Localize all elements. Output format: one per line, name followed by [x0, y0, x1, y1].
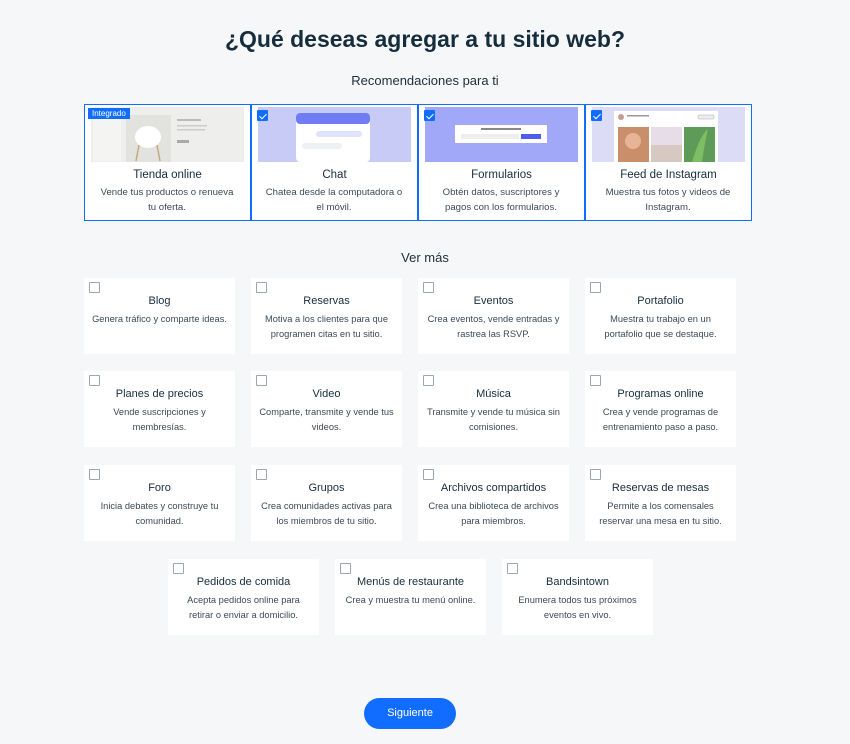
rec-description: Obtén datos, suscriptores y pagos con lo… — [442, 187, 560, 213]
page-title: ¿Qué deseas agregar a tu sitio web? — [224, 26, 626, 52]
rec-title: Tienda online — [133, 169, 202, 181]
integrated-badge: Integrado — [88, 108, 130, 119]
app-title: Música — [476, 388, 511, 400]
music-checkbox[interactable] — [423, 375, 434, 386]
app-title: Archivos compartidos — [440, 482, 547, 494]
app-card-food-orders[interactable]: Pedidos de comida Acepta pedidos online … — [168, 559, 319, 635]
app-description: Crea comunidades activas para los miembr… — [261, 501, 392, 526]
app-title: Reservas de mesas — [611, 482, 710, 494]
rec-description: Vende tus productos o renueva tu oferta. — [100, 187, 234, 213]
forms-checkbox[interactable] — [424, 110, 435, 121]
rec-card-online-store[interactable]: Integrado Tienda online Vende tus produc… — [84, 104, 251, 221]
app-description: Comparte, transmite y vende tus videos. — [259, 407, 394, 432]
online-programs-checkbox[interactable] — [590, 375, 601, 386]
app-card-pricing-plans[interactable]: Planes de precios Vende suscripciones y … — [84, 371, 235, 447]
rec-card-chat[interactable]: Chat Chatea desde la computadora o el mó… — [251, 104, 418, 221]
food-orders-checkbox[interactable] — [173, 563, 184, 574]
recommended-apps: Integrado Tienda online Vende tus produc… — [84, 104, 753, 221]
app-title: Blog — [148, 295, 171, 307]
app-card-bookings[interactable]: Reservas Motiva a los clientes para que … — [251, 278, 402, 354]
restaurant-menus-checkbox[interactable] — [340, 563, 351, 574]
groups-checkbox[interactable] — [256, 469, 267, 480]
rec-title: Feed de Instagram — [620, 169, 717, 181]
app-description: Transmite y vende tu música sin comision… — [427, 407, 560, 432]
app-description: Motiva a los clientes para que programen… — [265, 314, 388, 339]
app-description: Crea y vende programas de entrenamiento … — [602, 407, 719, 432]
recommendations-heading: Recomendaciones para ti — [351, 73, 499, 88]
see-more-heading: Ver más — [401, 250, 449, 265]
app-card-forum[interactable]: Foro Inicia debates y construye tu comun… — [84, 465, 235, 541]
app-title: Portafolio — [637, 295, 684, 307]
chat-preview-image — [258, 107, 411, 162]
app-description: Crea y muestra tu menú online. — [345, 595, 476, 605]
app-description: Acepta pedidos online para retirar o env… — [187, 595, 300, 620]
app-title: Reservas — [303, 295, 350, 307]
app-description: Vende suscripciones y membresías. — [113, 407, 206, 432]
events-checkbox[interactable] — [423, 282, 434, 293]
chat-checkbox[interactable] — [257, 110, 268, 121]
instagram-preview-image — [592, 107, 745, 162]
app-card-blog[interactable]: Blog Genera tráfico y comparte ideas. — [84, 278, 235, 354]
shared-files-checkbox[interactable] — [423, 469, 434, 480]
app-description: Enumera todos tus próximos eventos en vi… — [518, 595, 637, 620]
rec-card-instagram-feed[interactable]: Feed de Instagram Muestra tus fotos y vi… — [585, 104, 752, 221]
rec-title: Chat — [322, 169, 347, 181]
app-title: Foro — [148, 482, 171, 494]
blog-checkbox[interactable] — [89, 282, 100, 293]
next-button[interactable]: Siguiente — [364, 698, 456, 729]
app-title: Bandsintown — [546, 576, 609, 588]
app-title: Programas online — [617, 388, 704, 400]
app-description: Genera tráfico y comparte ideas. — [92, 314, 227, 324]
app-title: Pedidos de comida — [196, 576, 291, 588]
app-description: Crea una biblioteca de archivos para mie… — [428, 501, 559, 526]
app-title: Eventos — [473, 295, 514, 307]
app-description: Muestra tu trabajo en un portafolio que … — [604, 314, 717, 339]
app-card-music[interactable]: Música Transmite y vende tu música sin c… — [418, 371, 569, 447]
app-card-video[interactable]: Video Comparte, transmite y vende tus vi… — [251, 371, 402, 447]
app-description: Inicia debates y construye tu comunidad. — [100, 501, 219, 526]
forum-checkbox[interactable] — [89, 469, 100, 480]
portfolio-checkbox[interactable] — [590, 282, 601, 293]
pricing-plans-checkbox[interactable] — [89, 375, 100, 386]
app-title: Planes de precios — [115, 388, 204, 400]
app-description: Permite a los comensales reservar una me… — [599, 501, 722, 526]
app-card-restaurant-menus[interactable]: Menús de restaurante Crea y muestra tu m… — [335, 559, 486, 635]
video-checkbox[interactable] — [256, 375, 267, 386]
app-card-online-programs[interactable]: Programas online Crea y vende programas … — [585, 371, 736, 447]
forms-preview-image — [425, 107, 578, 162]
app-card-groups[interactable]: Grupos Crea comunidades activas para los… — [251, 465, 402, 541]
table-reservations-checkbox[interactable] — [590, 469, 601, 480]
app-card-bandsintown[interactable]: Bandsintown Enumera todos tus próximos e… — [502, 559, 653, 635]
app-title: Video — [312, 388, 341, 400]
instagram-checkbox[interactable] — [591, 110, 602, 121]
app-card-events[interactable]: Eventos Crea eventos, vende entradas y r… — [418, 278, 569, 354]
app-card-portfolio[interactable]: Portafolio Muestra tu trabajo en un port… — [585, 278, 736, 354]
rec-description: Chatea desde la computadora o el móvil. — [265, 187, 403, 213]
app-description: Crea eventos, vende entradas y rastrea l… — [427, 314, 560, 339]
app-card-table-reservations[interactable]: Reservas de mesas Permite a los comensal… — [585, 465, 736, 541]
bandsintown-checkbox[interactable] — [507, 563, 518, 574]
app-card-shared-files[interactable]: Archivos compartidos Crea una biblioteca… — [418, 465, 569, 541]
app-title: Menús de restaurante — [356, 576, 464, 588]
rec-description: Muestra tus fotos y videos de Instagram. — [605, 187, 731, 213]
bookings-checkbox[interactable] — [256, 282, 267, 293]
rec-title: Formularios — [471, 169, 532, 181]
rec-card-forms[interactable]: Formularios Obtén datos, suscriptores y … — [418, 104, 585, 221]
app-title: Grupos — [308, 482, 345, 494]
